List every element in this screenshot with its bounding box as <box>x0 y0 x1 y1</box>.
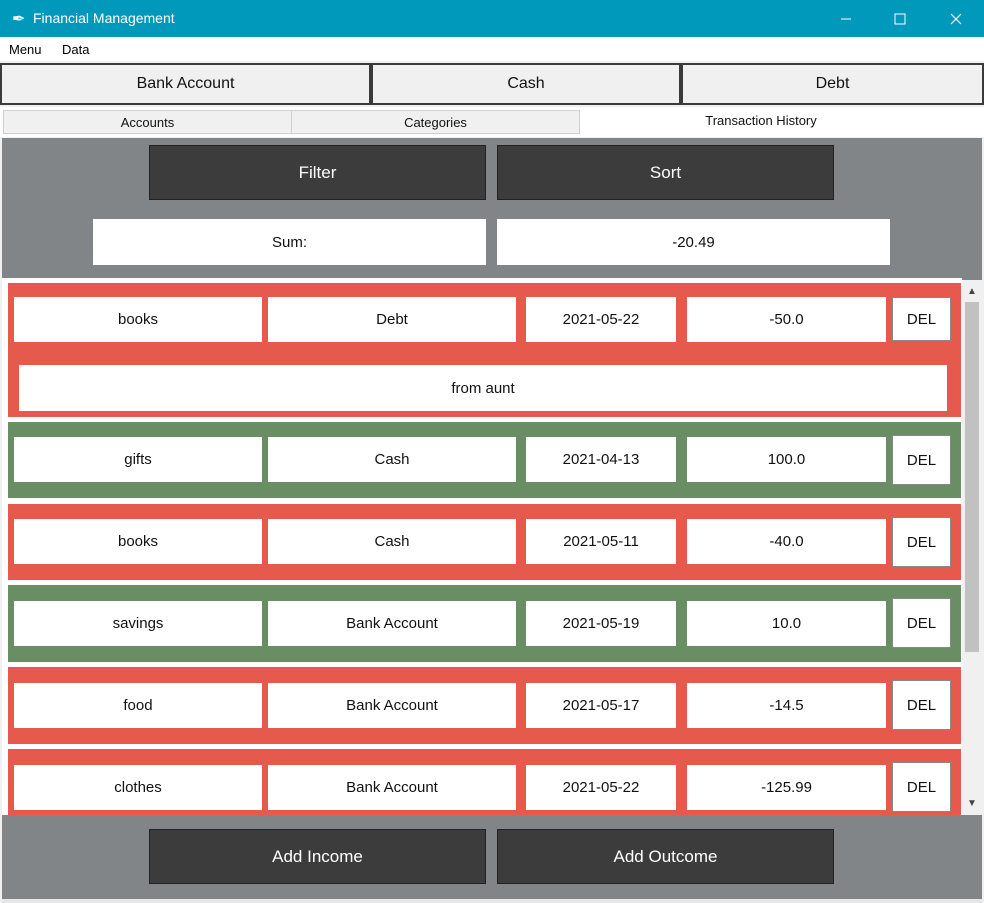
close-icon <box>950 13 962 24</box>
add-income-button[interactable]: Add Income <box>149 829 486 884</box>
note-cell: from aunt <box>19 365 947 411</box>
scroll-up-icon[interactable]: ▲ <box>962 283 982 299</box>
date-cell: 2021-04-13 <box>526 437 676 482</box>
date-cell: 2021-05-22 <box>526 765 676 810</box>
delete-button[interactable]: DEL <box>892 598 951 648</box>
transaction-list: books Debt 2021-05-22 -50.0 DEL from aun… <box>2 278 962 815</box>
window-title: Financial Management <box>33 10 175 26</box>
feather-icon: ✒ <box>12 11 26 28</box>
minimize-icon <box>841 18 851 19</box>
amount-cell: -50.0 <box>687 297 886 342</box>
transaction-row: clothes Bank Account 2021-05-22 -125.99 … <box>8 749 961 815</box>
category-cell: gifts <box>14 437 262 482</box>
tab-bar: Accounts Categories Transaction History <box>0 107 984 137</box>
account-cell: Bank Account <box>268 683 516 728</box>
menu-item-data[interactable]: Data <box>62 42 89 57</box>
category-cell: books <box>14 519 262 564</box>
date-cell: 2021-05-19 <box>526 601 676 646</box>
category-cell: savings <box>14 601 262 646</box>
account-cell: Cash <box>268 519 516 564</box>
tab-accounts[interactable]: Accounts <box>3 110 292 134</box>
window-border <box>2 899 982 903</box>
minimize-button[interactable] <box>820 0 872 37</box>
title-bar: ✒ Financial Management <box>0 0 984 37</box>
tab-transaction-history[interactable]: Transaction History <box>581 108 941 134</box>
scroll-down-icon[interactable]: ▼ <box>962 795 982 811</box>
filter-button[interactable]: Filter <box>149 145 486 200</box>
add-outcome-button[interactable]: Add Outcome <box>497 829 834 884</box>
date-cell: 2021-05-11 <box>526 519 676 564</box>
cash-button[interactable]: Cash <box>371 63 681 105</box>
delete-button[interactable]: DEL <box>892 680 951 730</box>
delete-button[interactable]: DEL <box>892 435 951 485</box>
transaction-row: gifts Cash 2021-04-13 100.0 DEL <box>8 422 961 498</box>
amount-cell: 100.0 <box>687 437 886 482</box>
transaction-row: savings Bank Account 2021-05-19 10.0 DEL <box>8 585 961 662</box>
menu-bar: Menu Data <box>0 37 984 61</box>
maximize-button[interactable] <box>874 0 926 37</box>
bank-account-button[interactable]: Bank Account <box>0 63 371 105</box>
account-cell: Bank Account <box>268 601 516 646</box>
transaction-row: books Debt 2021-05-22 -50.0 DEL from aun… <box>8 283 961 417</box>
sum-label: Sum: <box>93 219 486 265</box>
amount-cell: 10.0 <box>687 601 886 646</box>
vertical-scrollbar[interactable]: ▲ ▼ <box>962 280 982 815</box>
category-cell: food <box>14 683 262 728</box>
account-cell: Cash <box>268 437 516 482</box>
transaction-row: books Cash 2021-05-11 -40.0 DEL <box>8 504 961 580</box>
transaction-row: food Bank Account 2021-05-17 -14.5 DEL <box>8 667 961 744</box>
account-cell: Bank Account <box>268 765 516 810</box>
amount-cell: -125.99 <box>687 765 886 810</box>
sort-button[interactable]: Sort <box>497 145 834 200</box>
debt-button[interactable]: Debt <box>681 63 984 105</box>
delete-button[interactable]: DEL <box>892 517 951 567</box>
sum-value: -20.49 <box>497 219 890 265</box>
category-cell: books <box>14 297 262 342</box>
account-cell: Debt <box>268 297 516 342</box>
close-button[interactable] <box>930 0 982 37</box>
category-cell: clothes <box>14 765 262 810</box>
scroll-thumb[interactable] <box>965 302 979 652</box>
maximize-icon <box>894 13 906 24</box>
date-cell: 2021-05-17 <box>526 683 676 728</box>
delete-button[interactable]: DEL <box>892 762 951 812</box>
amount-cell: -14.5 <box>687 683 886 728</box>
tab-categories[interactable]: Categories <box>291 110 580 134</box>
date-cell: 2021-05-22 <box>526 297 676 342</box>
amount-cell: -40.0 <box>687 519 886 564</box>
menu-item-menu[interactable]: Menu <box>9 42 42 57</box>
delete-button[interactable]: DEL <box>892 297 951 341</box>
